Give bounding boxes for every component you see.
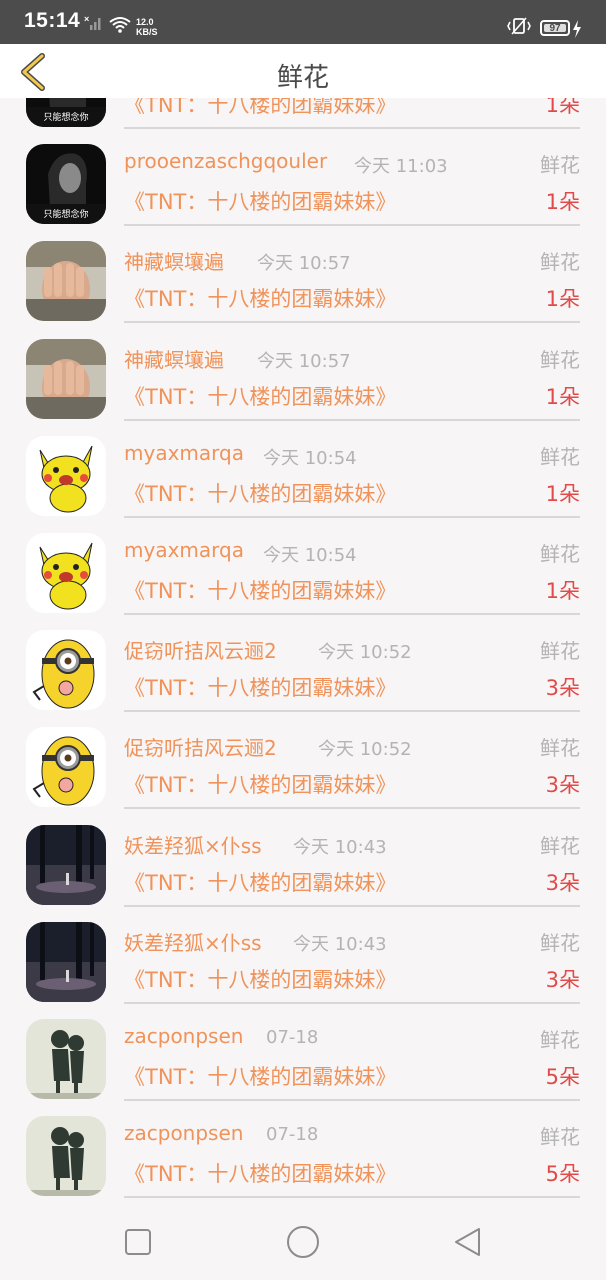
book-title[interactable]: 《TNT：十八楼的团霸妹妹》	[124, 381, 396, 411]
row-divider	[124, 1099, 580, 1101]
book-title[interactable]: 《TNT：十八楼的团霸妹妹》	[124, 672, 396, 702]
flower-count: 5朵	[545, 1065, 580, 1089]
gift-record-row[interactable]: 促窃听拮风云逦2 今天 10:52 鲜花《TNT：十八楼的团霸妹妹》 3朵	[0, 622, 606, 719]
gift-time: 今天 10:43	[293, 836, 387, 858]
user-name[interactable]: zacponpsen	[124, 1024, 243, 1048]
square-icon[interactable]	[121, 1225, 155, 1259]
flower-count: 3朵	[545, 676, 580, 701]
gift-record-row[interactable]: myaxmarqa 今天 10:54 鲜花《TNT：十八楼的团霸妹妹》 1朵	[0, 525, 606, 622]
flower-count: 5朵	[545, 1162, 580, 1187]
row-divider	[124, 515, 580, 518]
book-title[interactable]: 《TNT：十八楼的团霸妹妹》	[124, 575, 396, 605]
triangle-back-icon[interactable]	[451, 1225, 485, 1259]
gift-record-row[interactable]: 促窃听拮风云逦2 今天 10:52 鲜花《TNT：十八楼的团霸妹妹》 3朵	[0, 719, 606, 816]
book-title[interactable]: 《TNT：十八楼的团霸妹妹》	[124, 964, 396, 994]
user-name[interactable]: 神藏螟壤遍	[124, 246, 224, 275]
system-nav-bar	[0, 1205, 606, 1280]
gift-type: 鲜花	[540, 444, 580, 469]
user-avatar[interactable]	[26, 630, 106, 711]
row-divider	[124, 1001, 580, 1004]
gift-record-row[interactable]: 只能想念你 prooenzaschgqouler 今天 11:03 鲜花《TNT：十八…	[0, 136, 606, 233]
book-title[interactable]: 《TNT：十八楼的团霸妹妹》	[124, 478, 396, 508]
user-name[interactable]: myaxmarqa	[124, 441, 244, 465]
flower-count: 1朵	[545, 190, 580, 215]
circle-icon[interactable]	[286, 1225, 320, 1259]
user-name[interactable]: 妖差羟狐×仆ss	[124, 830, 262, 859]
user-avatar[interactable]: 只能想念你	[26, 144, 106, 225]
row-divider	[124, 710, 580, 713]
user-name[interactable]: 促窃听拮风云逦2	[124, 732, 277, 761]
user-avatar[interactable]	[26, 727, 106, 808]
user-avatar[interactable]	[26, 338, 106, 419]
page-title: 鲜花	[276, 63, 329, 93]
user-name[interactable]: myaxmarqa	[124, 538, 244, 562]
user-avatar[interactable]	[26, 435, 106, 516]
row-divider	[124, 224, 580, 227]
user-name[interactable]: 促窃听拮风云逦2	[124, 635, 277, 664]
gift-time: 今天 10:54	[263, 447, 357, 469]
book-title[interactable]: 《TNT：十八楼的团霸妹妹》	[124, 283, 396, 313]
user-avatar[interactable]	[26, 533, 106, 613]
gift-time: 今天 10:54	[263, 545, 357, 566]
user-avatar[interactable]	[26, 921, 106, 1002]
svg-text:只能想念你: 只能想念你	[43, 111, 88, 123]
flower-count: 3朵	[545, 870, 580, 895]
row-divider	[124, 613, 580, 615]
gift-time: 今天 10:57	[257, 253, 351, 275]
row-divider	[124, 418, 580, 421]
flower-count: 3朵	[545, 773, 580, 798]
gift-type: 鲜花	[540, 930, 580, 955]
gift-type: 鲜花	[540, 542, 580, 566]
gift-time: 今天 10:57	[257, 350, 351, 372]
book-title[interactable]: 《TNT：十八楼的团霸妹妹》	[124, 1158, 396, 1188]
book-title[interactable]: 《TNT：十八楼的团霸妹妹》	[124, 186, 396, 216]
flower-count: 1朵	[545, 481, 580, 506]
row-divider	[124, 321, 580, 324]
top-header: 鲜花	[0, 44, 606, 98]
user-avatar[interactable]	[26, 824, 106, 905]
gift-time: 今天 11:03	[354, 156, 448, 178]
gift-type: 鲜花	[540, 153, 580, 178]
gift-record-row[interactable]: myaxmarqa 今天 10:54 鲜花《TNT：十八楼的团霸妹妹》 1朵	[0, 428, 606, 525]
user-name[interactable]: 神藏螟壤遍	[124, 344, 224, 373]
gift-time: 07-18	[266, 1124, 319, 1146]
user-name[interactable]: zacponpsen	[124, 1121, 243, 1145]
book-title[interactable]: 《TNT：十八楼的团霸妹妹》	[124, 867, 396, 897]
user-name[interactable]: prooenzaschgqouler	[124, 149, 327, 173]
gift-time: 07-18	[266, 1027, 319, 1048]
user-avatar[interactable]	[26, 1116, 106, 1197]
gift-time: 今天 10:43	[293, 933, 387, 955]
gift-record-row[interactable]: 神藏螟壤遍 今天 10:57 鲜花《TNT：十八楼的团霸妹妹》 1朵	[0, 331, 606, 428]
gift-type: 鲜花	[540, 1028, 580, 1052]
flower-count: 1朵	[545, 579, 580, 603]
gift-record-row[interactable]: 妖差羟狐×仆ss 今天 10:43 鲜花《TNT：十八楼的团霸妹妹》 3朵	[0, 914, 606, 1011]
flower-count: 3朵	[545, 967, 580, 992]
gift-time: 今天 10:52	[318, 642, 412, 664]
user-avatar[interactable]	[26, 1019, 106, 1099]
gift-record-row[interactable]: 妖差羟狐×仆ss 今天 10:43 鲜花《TNT：十八楼的团霸妹妹》 3朵	[0, 817, 606, 914]
row-divider	[124, 1196, 580, 1199]
user-name[interactable]: 妖差羟狐×仆ss	[124, 927, 262, 956]
gift-type: 鲜花	[540, 639, 580, 664]
gift-type: 鲜花	[540, 833, 580, 858]
book-title[interactable]: 《TNT：十八楼的团霸妹妹》	[124, 1061, 396, 1091]
gift-type: 鲜花	[540, 250, 580, 275]
flower-gift-list[interactable]: 只能想念你 《TNT：十八楼的团霸妹妹》 1朵 只能想念你 prooenzaschgq…	[0, 0, 606, 1205]
row-divider	[124, 807, 580, 810]
gift-type: 鲜花	[540, 1125, 580, 1150]
user-avatar[interactable]	[26, 241, 106, 322]
row-divider	[124, 904, 580, 907]
svg-text:只能想念你: 只能想念你	[43, 208, 88, 220]
flower-count: 1朵	[545, 384, 580, 409]
gift-record-row[interactable]: 神藏螟壤遍 今天 10:57 鲜花《TNT：十八楼的团霸妹妹》 1朵	[0, 233, 606, 330]
row-divider	[124, 127, 580, 129]
gift-time: 今天 10:52	[318, 739, 412, 761]
flower-count: 1朵	[545, 287, 580, 312]
book-title[interactable]: 《TNT：十八楼的团霸妹妹》	[124, 769, 396, 799]
gift-record-row[interactable]: zacponpsen 07-18 鲜花《TNT：十八楼的团霸妹妹》 5朵	[0, 1011, 606, 1108]
gift-type: 鲜花	[540, 347, 580, 372]
gift-record-row[interactable]: zacponpsen 07-18 鲜花《TNT：十八楼的团霸妹妹》 5朵	[0, 1108, 606, 1205]
gift-type: 鲜花	[540, 736, 580, 761]
